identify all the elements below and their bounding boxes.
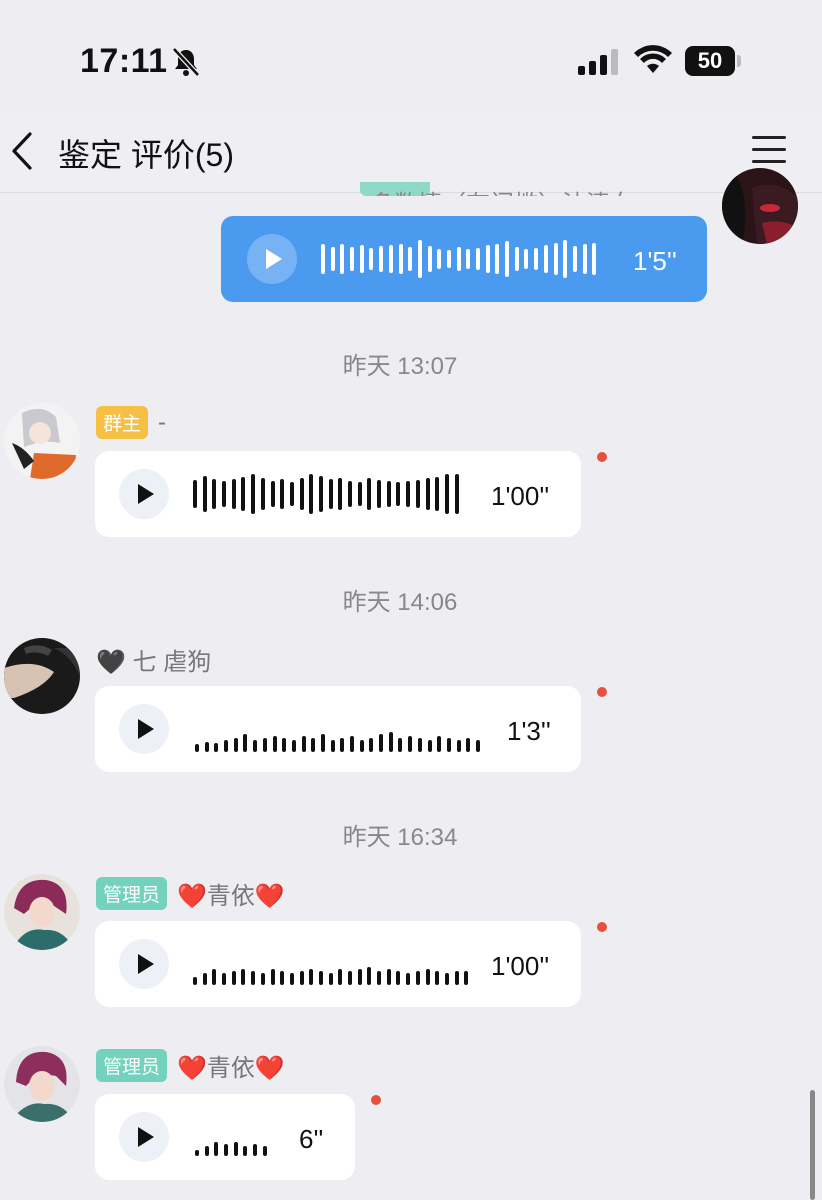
sender-label: ❤️青依❤️ <box>177 883 285 910</box>
unread-dot <box>597 687 607 697</box>
voice-message[interactable]: 6'' <box>95 1094 355 1180</box>
sender-name: 群主 - <box>96 406 166 439</box>
unread-dot <box>597 452 607 462</box>
unread-dot <box>371 1095 381 1105</box>
nav-bar: 鉴定 评价(5) <box>0 110 822 193</box>
play-icon[interactable] <box>119 939 169 989</box>
voice-duration: 1'00'' <box>491 951 550 981</box>
timestamp: 昨天 14:06 <box>342 589 458 616</box>
menu-icon[interactable] <box>752 136 786 166</box>
admin-badge: 管理员 <box>96 1049 168 1082</box>
play-icon[interactable] <box>119 469 169 519</box>
play-icon[interactable] <box>119 1112 169 1162</box>
voice-duration: 1'00'' <box>491 481 550 511</box>
voice-message[interactable]: 1'00'' <box>95 451 581 537</box>
voice-message[interactable]: 1'3'' <box>95 686 581 772</box>
play-icon[interactable] <box>119 704 169 754</box>
voice-message[interactable]: 1'00'' <box>95 921 581 1007</box>
chat-title: 鉴定 评价(5) <box>58 137 235 173</box>
avatar[interactable] <box>4 874 80 950</box>
voice-message-own[interactable]: 1'5'' <box>221 216 707 302</box>
voice-duration: 1'3'' <box>507 716 551 746</box>
waveform <box>193 965 474 985</box>
timestamp: 昨天 16:34 <box>342 824 458 851</box>
sender-label: 🖤 七 虐狗 <box>96 649 212 676</box>
sender-name: 管理员 ❤️青依❤️ <box>96 1048 285 1083</box>
back-arrow-icon[interactable] <box>6 130 40 172</box>
waveform <box>195 732 486 752</box>
sender-label: ❤️青依❤️ <box>177 1055 285 1082</box>
owner-badge: 群主 <box>96 406 149 439</box>
status-bar: 17:11 50 <box>0 0 822 110</box>
admin-badge: 管理员 <box>96 877 168 910</box>
unread-dot <box>597 922 607 932</box>
avatar[interactable] <box>4 1046 80 1122</box>
silent-bell-icon <box>172 47 200 77</box>
sender-label: - <box>158 408 167 436</box>
waveform <box>193 471 464 517</box>
avatar[interactable] <box>4 638 80 714</box>
waveform <box>195 1140 273 1156</box>
battery-icon: 50 <box>685 46 741 76</box>
battery-level: 50 <box>697 48 723 73</box>
avatar[interactable] <box>4 403 80 479</box>
timestamp: 昨天 13:07 <box>342 353 458 380</box>
wifi-icon <box>634 45 672 73</box>
waveform <box>321 240 602 278</box>
sender-name: 🖤 七 虐狗 <box>96 642 211 677</box>
status-time: 17:11 <box>80 42 168 80</box>
clipped-sender-name: 多数情（有门槛）油清女 <box>360 182 700 196</box>
cellular-signal-icon <box>578 49 618 75</box>
sender-name: 管理员 ❤️青依❤️ <box>96 876 285 911</box>
voice-duration: 1'5'' <box>633 246 677 276</box>
scrollbar[interactable] <box>810 1090 815 1200</box>
play-icon[interactable] <box>247 234 297 284</box>
voice-duration: 6'' <box>299 1124 324 1154</box>
avatar[interactable] <box>722 168 798 244</box>
